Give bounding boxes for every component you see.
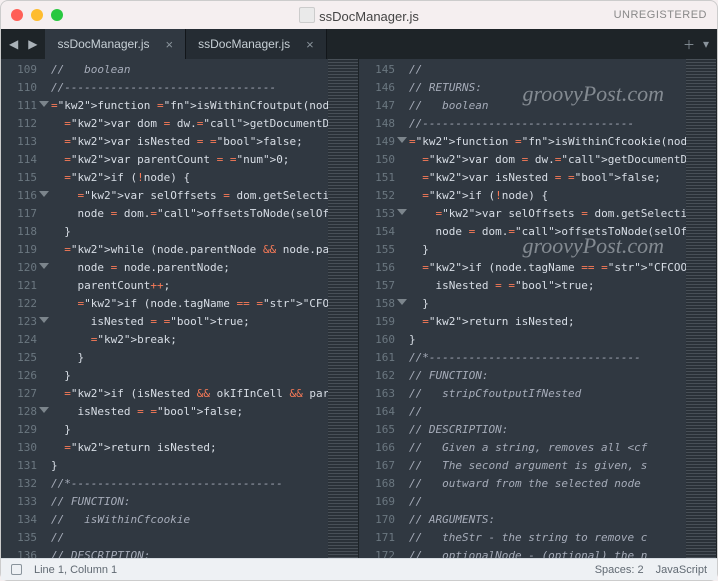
tab-1-close-icon[interactable]: × [306,37,314,52]
title-bar: ssDocManager.js UNREGISTERED [1,1,717,29]
code-left[interactable]: // boolean//----------------------------… [51,59,328,558]
tab-0[interactable]: ssDocManager.js × [45,29,186,59]
syntax-setting[interactable]: JavaScript [656,564,707,576]
tab-menu-button[interactable]: ▾ [703,37,709,51]
nav-buttons: ◀ ▶ [1,29,45,59]
editor-pane-left[interactable]: 1091101111121131141151161171181191201211… [1,59,359,558]
tab-0-label: ssDocManager.js [57,37,149,51]
gutter-right[interactable]: 1451461471481491501511521531541551561571… [359,59,409,558]
tab-bar: ◀ ▶ ssDocManager.js × ssDocManager.js × … [1,29,717,59]
tab-0-close-icon[interactable]: × [166,37,174,52]
tab-1-label: ssDocManager.js [198,37,290,51]
gutter-left[interactable]: 1091101111121131141151161171181191201211… [1,59,51,558]
new-tab-button[interactable]: ＋ [683,36,695,53]
minimap-right[interactable] [686,59,716,558]
minimap-left[interactable] [328,59,358,558]
tab-1[interactable]: ssDocManager.js × [186,29,327,59]
editor-pane-right[interactable]: 1451461471481491501511521531541551561571… [359,59,717,558]
nav-forward-button[interactable]: ▶ [24,37,41,51]
status-bar: Line 1, Column 1 Spaces: 2 JavaScript [1,558,717,580]
indent-setting[interactable]: Spaces: 2 [595,564,644,576]
cursor-position[interactable]: Line 1, Column 1 [34,564,117,576]
window-title: ssDocManager.js [1,7,717,24]
panel-toggle-icon[interactable] [11,564,22,575]
editor-area: 1091101111121131141151161171181191201211… [1,59,717,558]
nav-back-button[interactable]: ◀ [5,37,22,51]
code-right[interactable]: //// RETURNS:// boolean//---------------… [409,59,686,558]
